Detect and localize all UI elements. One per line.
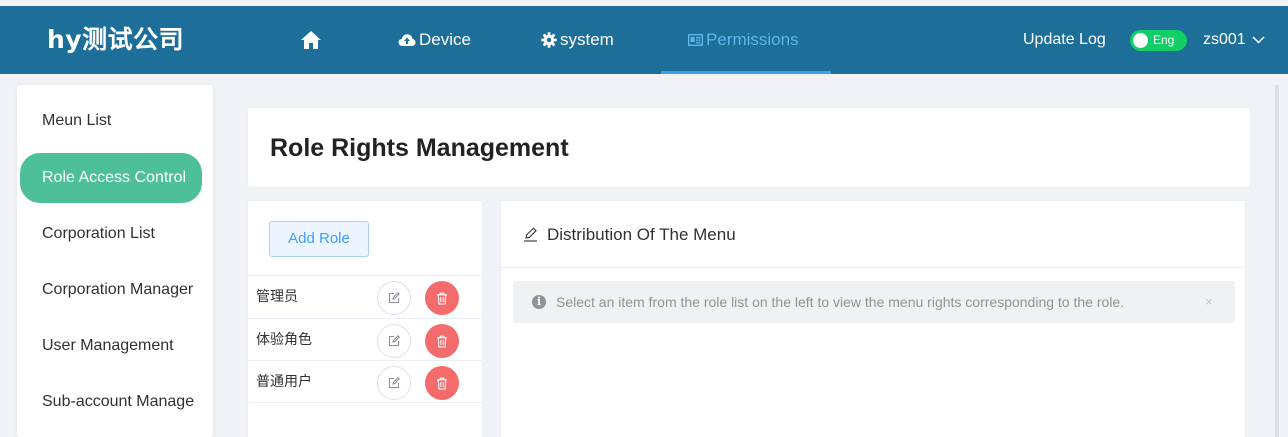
info-alert-text: Select an item from the role list on the…	[556, 294, 1125, 310]
sidebar-item-corporation-manager[interactable]: Corporation Manager	[17, 270, 213, 310]
nav-system-label: system	[560, 30, 614, 49]
trash-icon	[437, 377, 447, 390]
role-name: 管理员	[256, 289, 298, 305]
edit-icon	[388, 335, 400, 347]
vertical-scrollbar[interactable]	[1275, 85, 1279, 437]
toggle-knob	[1133, 33, 1148, 48]
role-name: 普通用户	[256, 374, 312, 390]
nav-permissions[interactable]: Permissions	[661, 6, 831, 74]
user-menu[interactable]: zs001	[1203, 6, 1265, 74]
edit-icon	[388, 377, 400, 389]
role-name: 体验角色	[256, 332, 312, 348]
edit-role-button[interactable]	[377, 324, 411, 358]
cloud-upload-icon	[398, 34, 416, 46]
top-navigation-bar: hy测试公司 Device system Permissions Update …	[0, 6, 1288, 74]
edit-pencil-icon	[524, 227, 537, 242]
user-name: zs001	[1203, 31, 1246, 48]
delete-role-button[interactable]	[425, 366, 459, 400]
language-toggle[interactable]: Eng	[1130, 30, 1187, 51]
chevron-down-icon	[1252, 36, 1265, 44]
role-list-panel: Add Role 管理员 体验角色 普通用户	[247, 200, 483, 437]
page-title: Role Rights Management	[270, 134, 569, 162]
role-row[interactable]: 管理员	[248, 276, 482, 318]
nav-device-label: Device	[419, 30, 471, 49]
add-role-button[interactable]: Add Role	[269, 221, 369, 257]
edit-role-button[interactable]	[377, 366, 411, 400]
sidebar-item-corporation-list[interactable]: Corporation List	[17, 214, 213, 254]
nav-system[interactable]: system	[541, 6, 614, 74]
menu-panel-header: Distribution Of The Menu	[501, 201, 1245, 268]
id-card-icon	[688, 34, 703, 46]
home-icon	[301, 31, 321, 49]
top-bar-area: hy测试公司 Device system Permissions Update …	[0, 0, 1288, 74]
menu-panel-title: Distribution Of The Menu	[523, 201, 736, 268]
info-alert: i Select an item from the role list on t…	[513, 281, 1235, 323]
sidebar-item-sub-account-manage[interactable]: Sub-account Manage	[17, 382, 213, 422]
gear-icon	[541, 32, 557, 48]
menu-panel-title-text: Distribution Of The Menu	[547, 225, 736, 244]
role-row[interactable]: 普通用户	[248, 361, 482, 403]
nav-device[interactable]: Device	[398, 6, 471, 74]
info-icon: i	[532, 295, 546, 309]
language-toggle-label: Eng	[1153, 33, 1175, 47]
trash-icon	[437, 292, 447, 305]
nav-home[interactable]	[300, 6, 322, 74]
edit-icon	[388, 292, 400, 304]
nav-permissions-label: Permissions	[706, 30, 799, 49]
sidebar-item-menu-list[interactable]: Meun List	[17, 101, 213, 141]
menu-distribution-panel: Distribution Of The Menu i Select an ite…	[500, 200, 1246, 437]
sidebar-item-role-access-control[interactable]: Role Access Control	[20, 153, 202, 203]
delete-role-button[interactable]	[425, 281, 459, 315]
edit-role-button[interactable]	[377, 281, 411, 315]
trash-icon	[437, 335, 447, 348]
company-brand: hy测试公司	[47, 25, 185, 54]
title-card: Role Rights Management	[247, 107, 1251, 188]
sidebar: Meun List Role Access Control Corporatio…	[17, 85, 213, 437]
role-row-divider	[248, 402, 482, 403]
sidebar-item-user-management[interactable]: User Management	[17, 326, 213, 366]
role-row[interactable]: 体验角色	[248, 319, 482, 361]
update-log-link[interactable]: Update Log	[1023, 6, 1106, 74]
delete-role-button[interactable]	[425, 324, 459, 358]
close-icon[interactable]: ×	[1205, 281, 1213, 323]
